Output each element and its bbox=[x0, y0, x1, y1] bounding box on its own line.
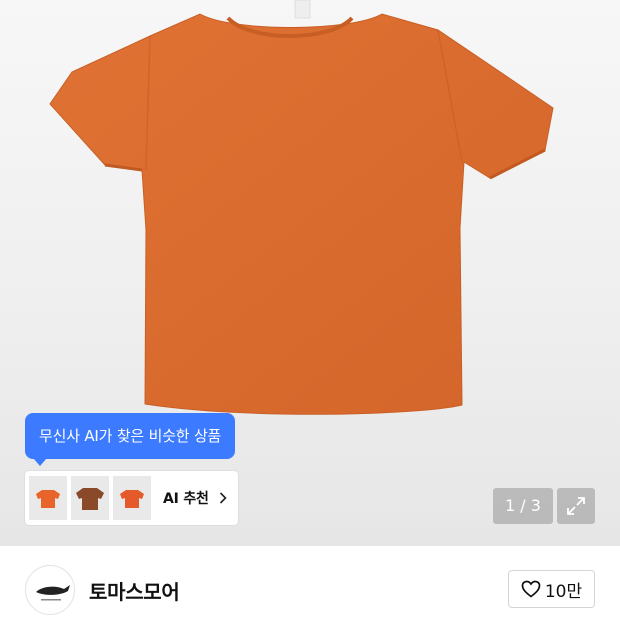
tooltip-arrow bbox=[33, 458, 47, 466]
ai-recommend-label: AI 추천 bbox=[163, 491, 209, 507]
product-photo bbox=[49, 0, 554, 415]
expand-icon bbox=[567, 497, 585, 515]
expand-image-button[interactable] bbox=[557, 488, 595, 524]
like-button[interactable]: 10만 bbox=[508, 570, 595, 608]
tshirt-icon bbox=[120, 490, 144, 508]
store-name[interactable]: 토마스모어 bbox=[89, 576, 180, 605]
product-image-area[interactable] bbox=[0, 0, 620, 546]
like-count: 10만 bbox=[544, 581, 583, 602]
recommend-thumbnail[interactable] bbox=[113, 476, 151, 520]
whale-logo-icon bbox=[36, 585, 70, 601]
heart-icon bbox=[521, 580, 541, 598]
recommend-thumbnail[interactable] bbox=[71, 476, 109, 520]
image-page-counter: 1 / 3 bbox=[493, 488, 553, 524]
tshirt-icon bbox=[36, 490, 60, 508]
recommend-thumbnail[interactable] bbox=[29, 476, 67, 520]
ai-recommend-button[interactable]: AI 추천 bbox=[25, 471, 238, 525]
chevron-right-icon bbox=[219, 489, 227, 508]
tshirt-icon bbox=[76, 488, 104, 510]
store-logo-avatar[interactable] bbox=[25, 565, 75, 615]
ai-similar-tooltip: 무신사 AI가 찾은 비슷한 상품 bbox=[25, 413, 236, 459]
